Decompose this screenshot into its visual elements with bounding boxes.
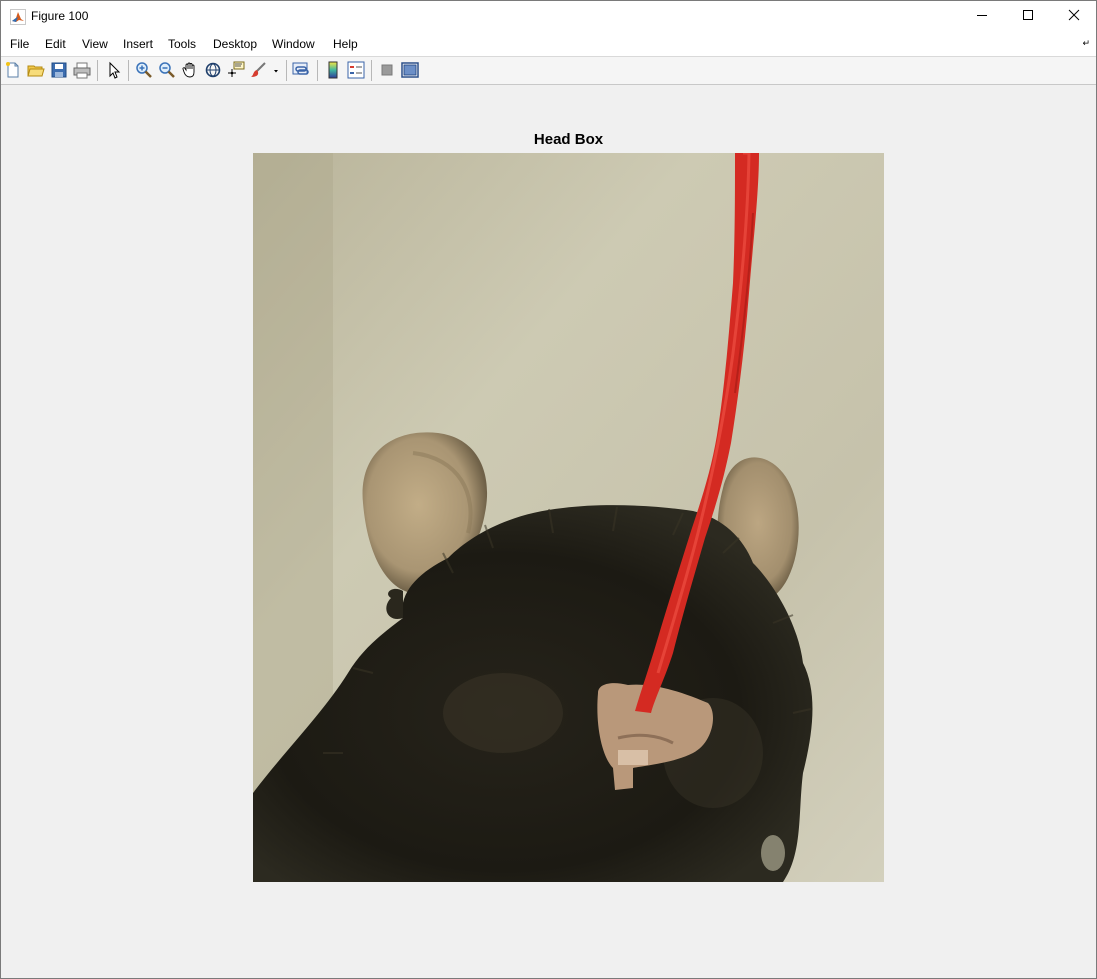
figure-canvas[interactable]: Head Box (1, 85, 1096, 978)
dock-arrow-icon[interactable]: ↵ (1082, 38, 1090, 49)
menu-help[interactable]: Help (333, 37, 358, 51)
maximize-button[interactable] (1005, 1, 1051, 32)
insert-legend-icon[interactable] (347, 61, 365, 79)
save-icon[interactable] (50, 61, 68, 79)
figure-toolbar (1, 57, 1096, 85)
menu-tools[interactable]: Tools (168, 37, 196, 51)
minimize-button[interactable] (959, 1, 1005, 32)
maximize-icon (1022, 8, 1034, 26)
pan-icon[interactable] (181, 61, 199, 79)
insert-colorbar-icon[interactable] (324, 61, 342, 79)
menu-insert[interactable]: Insert (123, 37, 153, 51)
window-title: Figure 100 (31, 9, 89, 23)
toolbar-separator (371, 60, 372, 81)
menu-view[interactable]: View (82, 37, 108, 51)
image-axes[interactable] (253, 151, 884, 882)
matlab-icon (10, 9, 26, 25)
zoom-out-icon[interactable] (158, 61, 176, 79)
image (253, 151, 884, 882)
data-cursor-icon[interactable] (227, 61, 245, 79)
toolbar-separator (286, 60, 287, 81)
hide-plot-tools-icon[interactable] (378, 61, 396, 79)
zoom-in-icon[interactable] (135, 61, 153, 79)
edit-plot-icon[interactable] (105, 61, 123, 79)
title-bar[interactable]: Figure 100 (1, 1, 1096, 32)
open-file-icon[interactable] (27, 61, 45, 79)
brush-dropdown-icon[interactable] (271, 61, 281, 79)
menu-window[interactable]: Window (272, 37, 315, 51)
show-plot-tools-icon[interactable] (401, 61, 419, 79)
toolbar-separator (317, 60, 318, 81)
brush-icon[interactable] (250, 61, 268, 79)
menu-desktop[interactable]: Desktop (213, 37, 257, 51)
axes-title: Head Box (533, 131, 604, 148)
rotate-3d-icon[interactable] (204, 61, 222, 79)
new-figure-icon[interactable] (4, 61, 22, 79)
menu-file[interactable]: File (10, 37, 29, 51)
toolbar-separator (128, 60, 129, 81)
close-icon (1068, 8, 1080, 26)
close-button[interactable] (1051, 1, 1097, 32)
toolbar-separator (97, 60, 98, 81)
link-plot-icon[interactable] (292, 61, 310, 79)
print-icon[interactable] (73, 61, 91, 79)
menu-edit[interactable]: Edit (45, 37, 66, 51)
menu-bar: File Edit View Insert Tools Desktop Wind… (1, 32, 1096, 57)
figure-window: Figure 100 File Edit View Insert Tools D… (0, 0, 1097, 979)
minimize-icon (976, 8, 988, 26)
